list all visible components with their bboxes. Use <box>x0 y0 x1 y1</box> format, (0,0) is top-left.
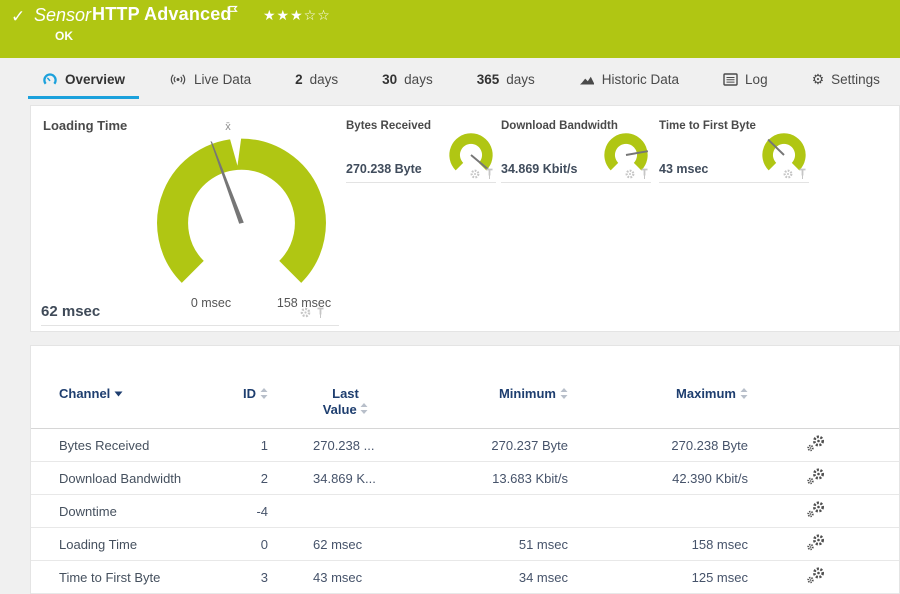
channel-name: Loading Time <box>31 527 213 561</box>
channel-last-value: 62 msec <box>268 527 423 561</box>
pin-icon[interactable] <box>798 168 807 180</box>
mini-gauge-time-to-first-byte[interactable]: Time to First Byte 43 msec <box>659 114 809 183</box>
column-header-minimum[interactable]: Minimum <box>423 346 568 429</box>
channel-name: Bytes Received <box>31 428 213 462</box>
channel-id: 2 <box>213 461 268 495</box>
prtg-sensor-page: ✓ Sensor HTTP Advanced ★★★☆☆ OK Overview… <box>0 0 900 594</box>
channel-last-value <box>268 494 423 528</box>
channel-minimum <box>423 494 568 528</box>
object-kind-label: Sensor <box>34 5 92 25</box>
channel-maximum: 158 msec <box>568 527 748 561</box>
table-row: Downtime -4 <box>31 494 899 528</box>
channel-id: 3 <box>213 560 268 594</box>
channels-panel: Channel ID Last Value Minimum Maximum By… <box>30 345 900 594</box>
pin-icon[interactable] <box>640 168 649 180</box>
loading-time-value: 62 msec <box>41 303 101 320</box>
channel-gear-icon[interactable] <box>299 306 312 319</box>
sort-both-icon <box>740 388 748 399</box>
column-header-id[interactable]: ID <box>213 346 268 429</box>
channel-maximum: 270.238 Byte <box>568 428 748 462</box>
channel-id: -4 <box>213 494 268 528</box>
tab-2-days[interactable]: 2 days <box>281 62 352 99</box>
historic-chart-icon <box>579 76 594 85</box>
status-badge: OK <box>55 29 73 43</box>
table-row: Time to First Byte 3 43 msec 34 msec 125… <box>31 560 899 594</box>
channel-minimum: 270.237 Byte <box>423 428 568 462</box>
channel-last-value: 270.238 ... <box>268 428 423 462</box>
sensor-title: HTTP Advanced <box>92 4 232 24</box>
tab-30-days[interactable]: 30 days <box>368 62 447 99</box>
pin-icon[interactable] <box>316 307 325 319</box>
edit-channel-gears-icon[interactable] <box>806 533 826 555</box>
sort-both-icon <box>560 388 568 399</box>
priority-flag-icon[interactable] <box>228 5 239 21</box>
channels-table: Channel ID Last Value Minimum Maximum By… <box>31 346 899 594</box>
edit-channel-gears-icon[interactable] <box>806 434 826 456</box>
bytes-received-value: 270.238 Byte <box>346 162 422 176</box>
mean-marker-label: x̄ <box>225 121 231 133</box>
channel-id: 0 <box>213 527 268 561</box>
channel-minimum: 51 msec <box>423 527 568 561</box>
pin-icon[interactable] <box>485 168 494 180</box>
priority-stars[interactable]: ★★★☆☆ <box>263 7 331 24</box>
settings-gear-icon: ⚙ <box>811 71 825 87</box>
live-data-icon <box>170 73 186 85</box>
gauges-panel: Loading Time x̄ 0 msec 158 msec 62 msec … <box>30 105 900 332</box>
tab-365-days[interactable]: 365 days <box>463 62 549 99</box>
tab-log[interactable]: Log <box>709 62 782 99</box>
mini-gauge-download-bandwidth[interactable]: Download Bandwidth 34.869 Kbit/s <box>501 114 651 183</box>
channel-gear-icon[interactable] <box>469 168 481 180</box>
download-bandwidth-value: 34.869 Kbit/s <box>501 162 578 176</box>
channel-gear-icon[interactable] <box>624 168 636 180</box>
channel-id: 1 <box>213 428 268 462</box>
edit-channel-gears-icon[interactable] <box>806 500 826 522</box>
primary-gauge-title: Loading Time <box>43 118 128 133</box>
channel-gear-icon[interactable] <box>782 168 794 180</box>
time-to-first-byte-value: 43 msec <box>659 162 709 176</box>
loading-time-gauge[interactable] <box>132 122 351 322</box>
table-row: Bytes Received 1 270.238 ... 270.237 Byt… <box>31 428 899 462</box>
sort-both-icon <box>360 403 368 414</box>
gauge-icon <box>43 72 57 84</box>
status-ok-check-icon: ✓ <box>11 7 26 26</box>
channel-maximum: 42.390 Kbit/s <box>568 461 748 495</box>
sensor-status-header: ✓ Sensor HTTP Advanced ★★★☆☆ OK <box>0 0 900 58</box>
tab-historic-data[interactable]: Historic Data <box>565 62 693 99</box>
sort-desc-icon <box>114 391 123 396</box>
tab-settings[interactable]: ⚙ Settings <box>798 62 894 99</box>
table-row: Download Bandwidth 2 34.869 K... 13.683 … <box>31 461 899 495</box>
column-header-last-value[interactable]: Last Value <box>268 346 423 429</box>
edit-channel-gears-icon[interactable] <box>806 566 826 588</box>
tab-bar: Overview Live Data 2 days 30 days 365 da… <box>28 62 894 99</box>
gauge-scale-min: 0 msec <box>190 296 232 310</box>
channel-last-value: 43 msec <box>268 560 423 594</box>
column-header-channel[interactable]: Channel <box>31 346 213 429</box>
primary-gauge-loading-time[interactable]: Loading Time x̄ 0 msec 158 msec 62 msec <box>41 106 339 326</box>
tab-live-data[interactable]: Live Data <box>155 62 265 99</box>
edit-channel-gears-icon[interactable] <box>806 467 826 489</box>
sort-both-icon <box>260 388 268 399</box>
channel-maximum <box>568 494 748 528</box>
mini-gauge-bytes-received[interactable]: Bytes Received 270.238 Byte <box>346 114 496 183</box>
log-list-icon <box>723 72 738 86</box>
channel-name: Download Bandwidth <box>31 461 213 495</box>
tab-overview[interactable]: Overview <box>28 62 140 99</box>
column-header-maximum[interactable]: Maximum <box>568 346 748 429</box>
column-header-actions <box>748 346 899 429</box>
channel-minimum: 13.683 Kbit/s <box>423 461 568 495</box>
channel-name: Downtime <box>31 494 213 528</box>
channel-maximum: 125 msec <box>568 560 748 594</box>
channel-minimum: 34 msec <box>423 560 568 594</box>
channel-last-value: 34.869 K... <box>268 461 423 495</box>
table-row: Loading Time 0 62 msec 51 msec 158 msec <box>31 527 899 561</box>
channel-name: Time to First Byte <box>31 560 213 594</box>
